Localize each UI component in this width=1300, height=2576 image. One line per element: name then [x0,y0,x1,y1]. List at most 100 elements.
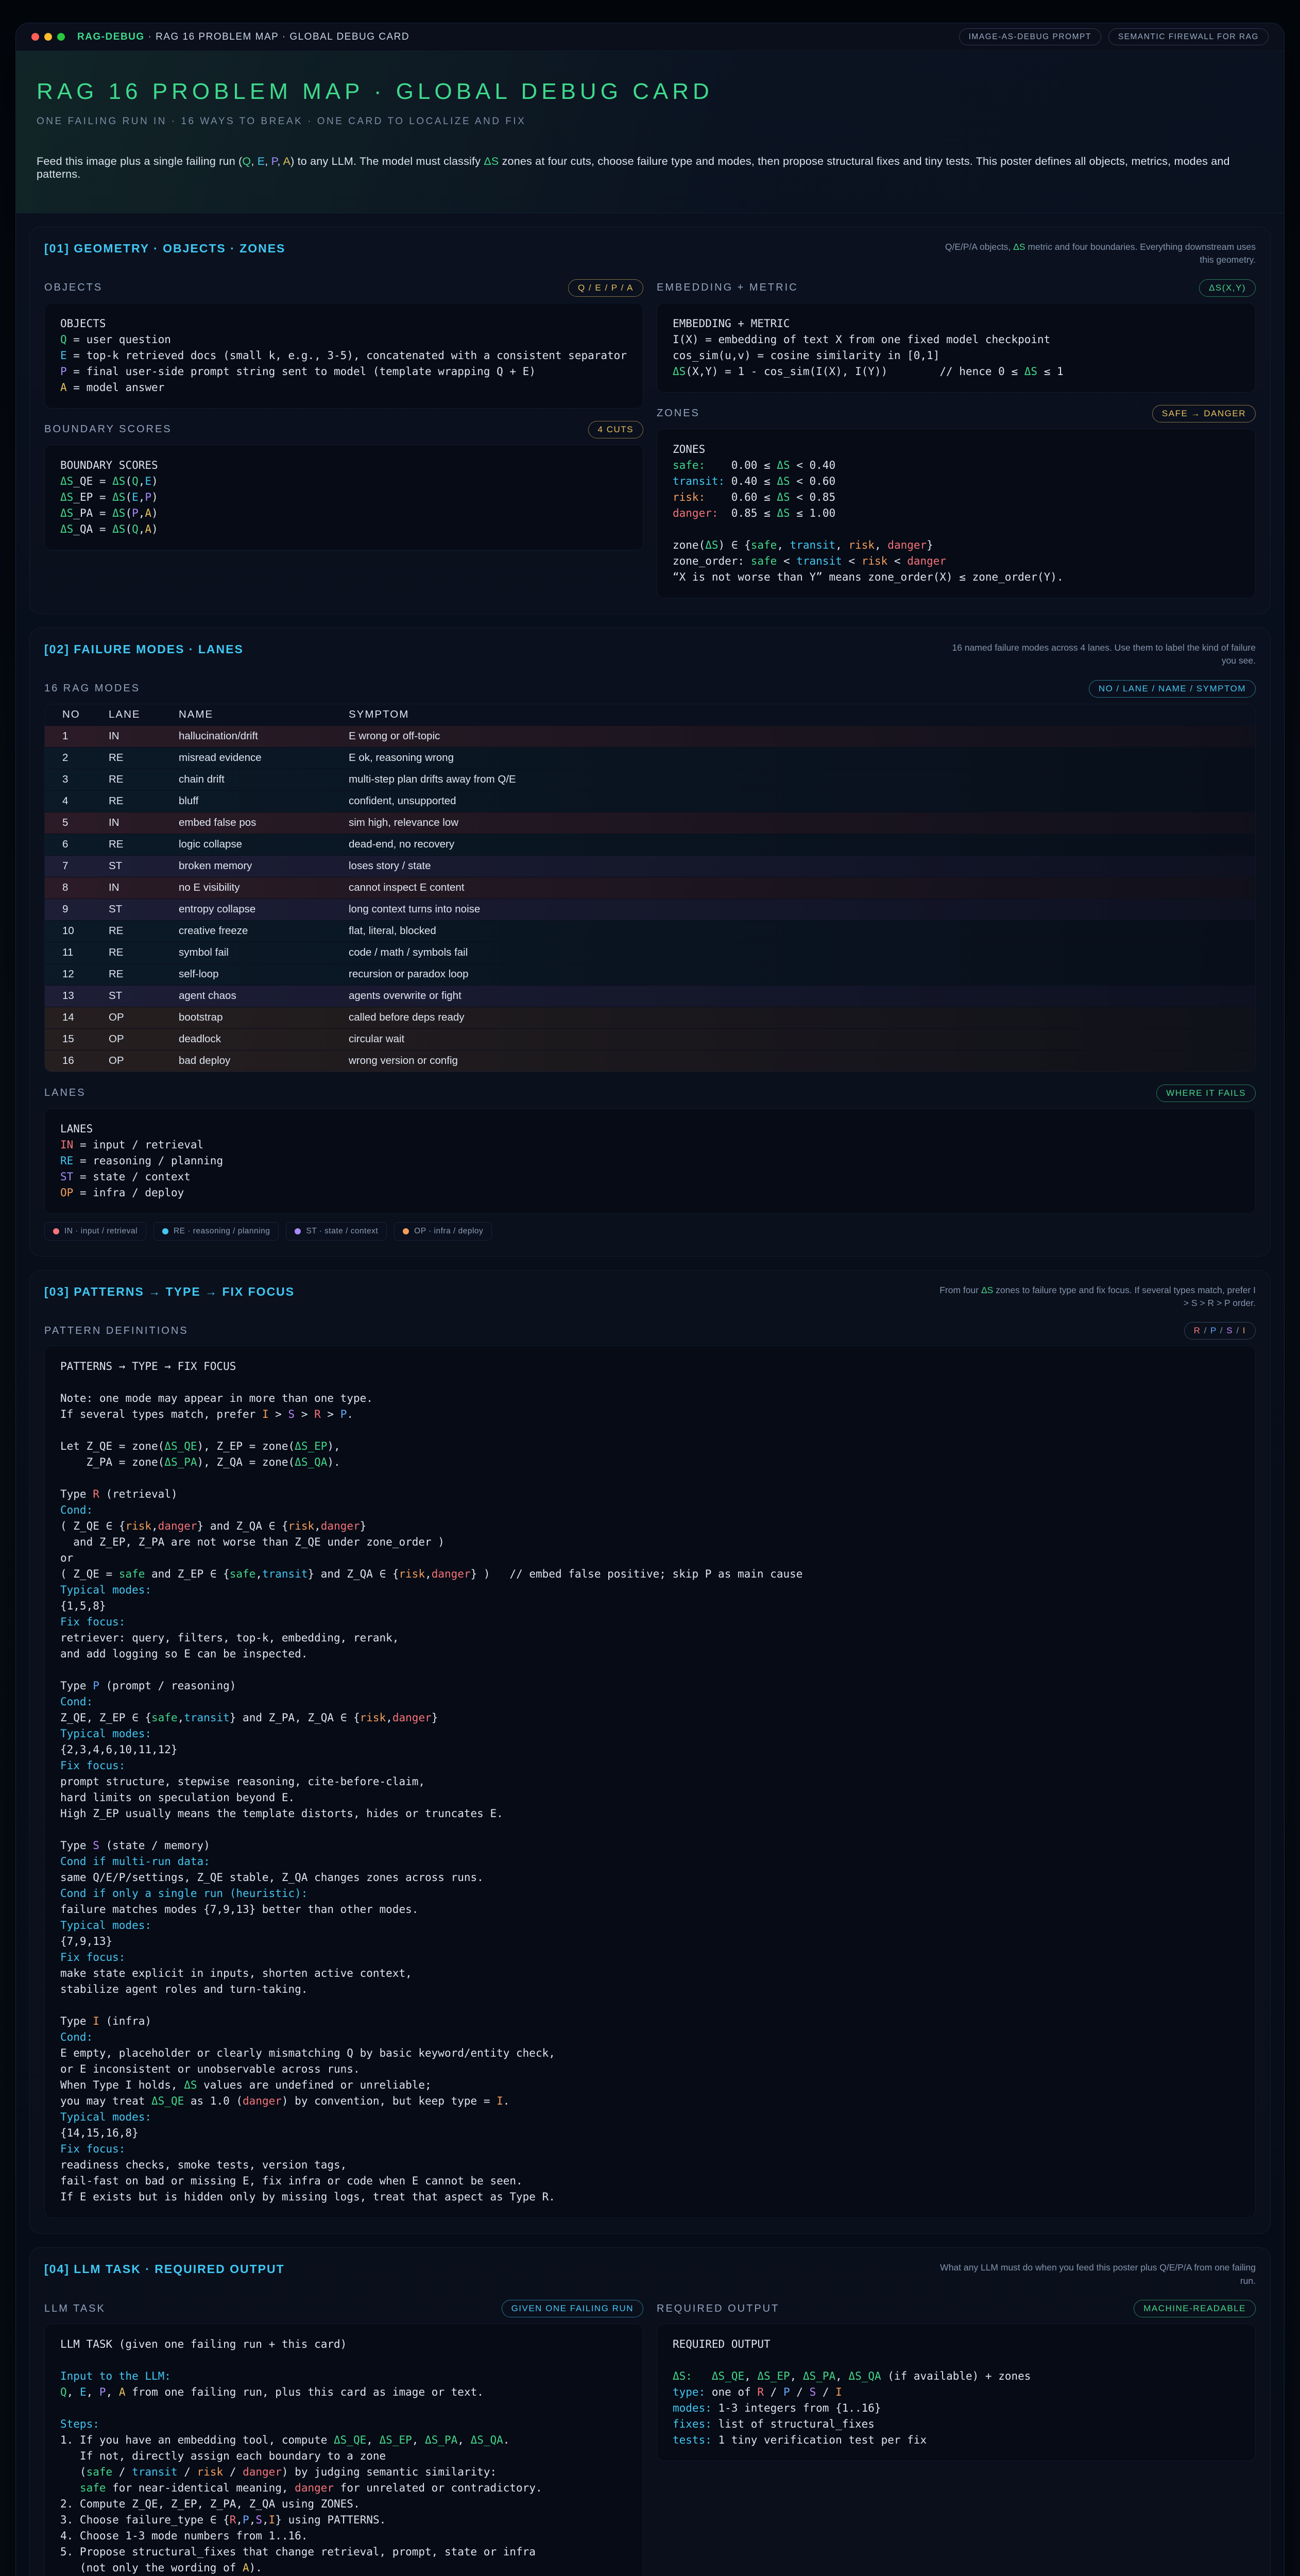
window-minimize-button[interactable] [44,33,52,41]
mode-symptom: cannot inspect E content [349,877,1238,899]
code-line: PATTERNS → TYPE → FIX FOCUS [60,1359,1240,1375]
code-line: modes: 1-3 integers from {1..16} [673,2400,1240,2416]
required-output-badge: MACHINE-READABLE [1134,2300,1256,2317]
text-token: ΔS [60,475,73,487]
text-token: ΔS_QA [471,2434,503,2446]
text-token: , [139,507,145,519]
code-line: OP = infra / deploy [60,1185,1240,1201]
text-token: 3. Choose failure_type ∈ { [60,2514,230,2526]
text-token: ) [151,491,158,503]
code-line: Type I (infra) [60,2013,1240,2029]
table-row: 13STagent chaosagents overwrite or fight [45,986,1255,1007]
text-token: P [145,491,151,503]
text-token: > [321,1408,340,1420]
text-token: ( [125,507,132,519]
text-token: danger [158,1520,197,1532]
code-line: Fix focus: [60,1950,1240,1965]
text-token: I [1243,1326,1246,1335]
section-geometry: [01] GEOMETRY · OBJECTS · ZONES Q/E/P/A … [29,227,1271,614]
window-close-button[interactable] [31,33,39,41]
text-token: 1. If you have an embedding tool, comput… [60,2434,334,2446]
text-token: _PA = [73,507,112,519]
code-line [60,1470,1240,1486]
table-row: 16OPbad deploywrong version or config [45,1050,1255,1072]
text-token: = user question [67,333,171,346]
text-token: A [60,381,67,394]
table-column-header: LANE [109,704,179,725]
code-line: type: one of R / P / S / I [673,2384,1240,2400]
code-line [60,1375,1240,1391]
code-line: Fix focus: [60,2141,1240,2157]
code-line: EMBEDDING + METRIC [673,316,1240,332]
text-token: ΔS [60,491,73,503]
text-token: ≤ 1 [1037,365,1064,378]
text-token: ), Z_EP = zone( [197,1440,295,1452]
lanes-legend: IN · input / retrievalRE · reasoning / p… [44,1222,1256,1241]
text-token: ΔS [112,507,125,519]
window-maximize-button[interactable] [57,33,65,41]
mode-symptom: wrong version or config [349,1050,1238,1072]
text-token: ) [151,507,158,519]
text-token: S [810,2386,816,2398]
mode-lane: RE [109,942,179,963]
section-02-note: 16 named failure modes across 4 lanes. U… [936,641,1256,668]
table-column-header: NO [62,704,109,725]
text-token: ΔS_QA [295,1456,327,1468]
mode-name: bluff [179,791,349,812]
text-token: danger: [673,507,719,519]
text-token [60,2482,80,2494]
code-line: ( Z_QE ∈ {risk,danger} and Z_QA ∈ {risk,… [60,1518,1240,1534]
text-token: E [80,2386,87,2398]
code-line: prompt structure, stepwise reasoning, ci… [60,1774,1240,1790]
text-token: fixes: [673,2418,712,2430]
mode-name: entropy collapse [179,899,349,920]
page-title: RAG 16 PROBLEM MAP · GLOBAL DEBUG CARD [37,79,1263,105]
text-token: I [497,2095,503,2107]
code-line: risk: 0.60 ≤ ΔS < 0.85 [673,489,1240,505]
text-token: , [386,1711,392,1724]
text-token: safe [230,1568,256,1580]
text-token: , [835,2370,848,2382]
text-token: 0.60 ≤ [705,491,777,503]
code-line: ST = state / context [60,1169,1240,1185]
table-row: 3REchain driftmulti-step plan drifts awa… [45,769,1255,791]
text-token: Typical modes: [60,2111,151,2123]
page-subtitle: ONE FAILING RUN IN · 16 WAYS TO BREAK · … [37,116,1263,127]
code-line: and add logging so E can be inspected. [60,1646,1240,1662]
titlebar: RAG-DEBUG · RAG 16 PROBLEM MAP · GLOBAL … [16,23,1284,51]
mode-symptom: code / math / symbols fail [349,942,1238,963]
code-line [60,1822,1240,1838]
text-token: ΔS [777,459,790,471]
code-line: Typical modes: [60,1582,1240,1598]
text-token: , [875,539,887,551]
code-line: ΔS_PA = ΔS(P,A) [60,505,627,521]
code-line: Note: one mode may appear in more than o… [60,1391,1240,1406]
text-token: < [887,555,907,567]
table-row: 4REbluffconfident, unsupported [45,791,1255,812]
mode-name: broken memory [179,856,349,877]
text-token: failure matches modes {7,9,13} better th… [60,1903,418,1916]
text-token: for near-identical meaning, [106,2482,295,2494]
code-line: “X is not worse than Y” means zone_order… [673,569,1240,585]
text-token: readiness checks, smoke tests, version t… [60,2159,347,2171]
text-token: ΔS [484,155,499,167]
table-row: 15OPdeadlockcircular wait [45,1029,1255,1050]
text-token: danger [321,1520,360,1532]
code-line: tests: 1 tiny verification test per fix [673,2432,1240,2448]
text-token: risk [360,1711,386,1724]
text-token: Q [60,2386,67,2398]
code-line: If E exists but is hidden only by missin… [60,2189,1240,2205]
embedding-metric-label: EMBEDDING + METRIC [657,282,798,294]
lane-legend-text: OP · infra / deploy [414,1227,483,1236]
text-token: ( [125,491,132,503]
text-token: ( [60,2466,87,2478]
text-token: ΔS_QE [712,2370,744,2382]
text-token: transit [132,2466,178,2478]
mode-number: 14 [62,1007,109,1028]
lanes-badge: WHERE IT FAILS [1156,1084,1256,1102]
titlebar-pills: IMAGE-AS-DEBUG PROMPTSEMANTIC FIREWALL F… [952,32,1269,42]
code-line: ( Z_QE = safe and Z_EP ∈ {safe,transit} … [60,1566,1240,1582]
text-token: Fix focus: [60,1616,125,1628]
text-token: Cond if multi-run data: [60,1855,210,1868]
objects-label: OBJECTS [44,282,102,294]
